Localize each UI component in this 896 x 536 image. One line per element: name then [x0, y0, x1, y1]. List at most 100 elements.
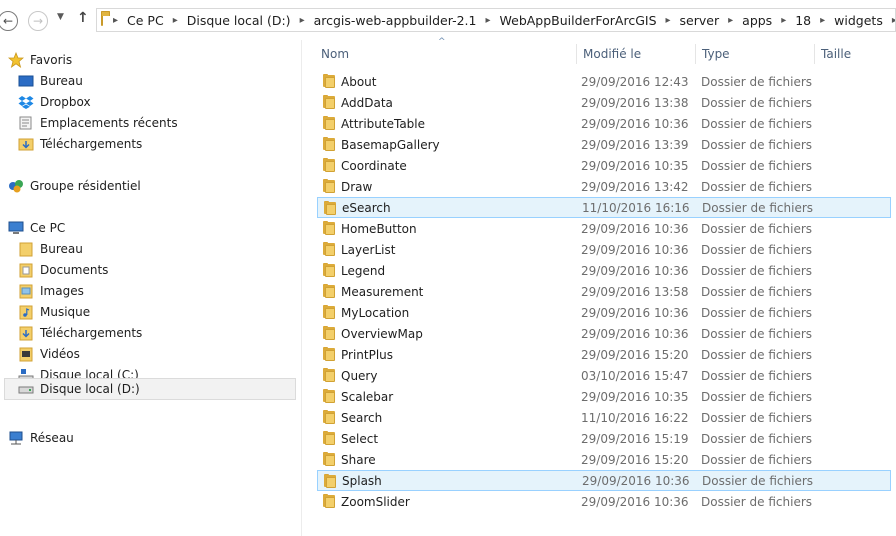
chevron-right-icon[interactable]: ▸: [820, 15, 825, 26]
table-row[interactable]: PrintPlus 29/09/2016 15:20 Dossier de fich…: [317, 344, 891, 365]
sidebar-item-bureau[interactable]: Bureau: [18, 71, 83, 91]
table-row[interactable]: Splash 29/09/2016 10:36 Dossier de fichier…: [317, 470, 891, 491]
folder-icon: [323, 201, 337, 215]
file-modified-date: 29/09/2016 10:36: [581, 494, 689, 509]
sidebar-item-label: Images: [40, 284, 84, 298]
table-row[interactable]: eSearch 11/10/2016 16:16 Dossier de fichie…: [317, 197, 891, 218]
column-header-size[interactable]: Taille: [814, 44, 896, 64]
sidebar-item-dropbox[interactable]: Dropbox: [18, 92, 91, 112]
file-type: Dossier de fichiers: [701, 74, 813, 89]
table-row[interactable]: ZoomSlider 29/09/2016 10:36 Dossier de fic…: [317, 491, 891, 512]
file-name: MyLocation: [341, 305, 410, 320]
breadcrumb-item[interactable]: widgets: [834, 13, 883, 28]
column-header-type[interactable]: Type: [695, 44, 814, 64]
folder-icon: [322, 179, 336, 193]
file-modified-date: 29/09/2016 10:36: [581, 242, 689, 257]
breadcrumb-item[interactable]: arcgis-web-appbuilder-2.1: [314, 13, 477, 28]
chevron-right-icon[interactable]: ▸: [728, 15, 733, 26]
sidebar-item-pc-bureau[interactable]: Bureau: [18, 239, 83, 259]
folder-icon: [323, 474, 337, 488]
table-row[interactable]: MyLocation 29/09/2016 10:36 Dossier de fic…: [317, 302, 891, 323]
file-name: Search: [341, 410, 383, 425]
chevron-right-icon[interactable]: ▸: [485, 15, 490, 26]
file-modified-date: 29/09/2016 10:36: [582, 473, 690, 488]
file-modified-date: 11/10/2016 16:22: [581, 410, 689, 425]
table-row[interactable]: Select 29/09/2016 15:19 Dossier de fichier…: [317, 428, 891, 449]
chevron-right-icon[interactable]: ▸: [300, 15, 305, 26]
network-icon: [8, 430, 24, 446]
sidebar-item-videos[interactable]: Vidéos: [18, 344, 80, 364]
sidebar-item-reseau[interactable]: Réseau: [8, 428, 74, 448]
sidebar-item-emplacements[interactable]: Emplacements récents: [18, 113, 178, 133]
file-name: Scalebar: [341, 389, 394, 404]
chevron-right-icon[interactable]: ▸: [666, 15, 671, 26]
sidebar-item-favoris[interactable]: Favoris: [8, 50, 72, 70]
chevron-right-icon[interactable]: ▸: [113, 15, 118, 26]
back-button[interactable]: ←: [0, 11, 18, 31]
sidebar-item-images[interactable]: Images: [18, 281, 84, 301]
table-row[interactable]: Search 11/10/2016 16:22 Dossier de fichier…: [317, 407, 891, 428]
sidebar-item-pc-telechargements[interactable]: Téléchargements: [18, 323, 142, 343]
chevron-right-icon[interactable]: ▸: [892, 15, 895, 26]
recent-locations-dropdown[interactable]: ▼: [57, 12, 64, 22]
file-type: Dossier de fichiers: [701, 158, 813, 173]
folder-icon: [322, 95, 336, 109]
table-row[interactable]: About 29/09/2016 12:43 Dossier de fichiers: [317, 71, 891, 92]
table-row[interactable]: Scalebar 29/09/2016 10:35 Dossier de fichi…: [317, 386, 891, 407]
column-header-modified[interactable]: Modifié le: [576, 44, 695, 64]
breadcrumb-item[interactable]: server: [680, 13, 720, 28]
table-row[interactable]: AttributeTable 29/09/2016 10:36 Dossier de…: [317, 113, 891, 134]
breadcrumb-item[interactable]: apps: [742, 13, 772, 28]
table-row[interactable]: Legend 29/09/2016 10:36 Dossier de fichier…: [317, 260, 891, 281]
table-row[interactable]: HomeButton 29/09/2016 10:36 Dossier de fic…: [317, 218, 891, 239]
file-name: HomeButton: [341, 221, 417, 236]
file-name: Coordinate: [341, 158, 407, 173]
file-modified-date: 29/09/2016 10:36: [581, 221, 689, 236]
sidebar-item-documents[interactable]: Documents: [18, 260, 108, 280]
table-row[interactable]: Draw 29/09/2016 13:42 Dossier de fichiers: [317, 176, 891, 197]
chevron-right-icon[interactable]: ▸: [173, 15, 178, 26]
column-header-label: Type: [702, 47, 730, 61]
breadcrumb-item[interactable]: 18: [795, 13, 811, 28]
address-bar[interactable]: ▸ Ce PC ▸ Disque local (D:) ▸ arcgis-web…: [96, 8, 896, 32]
sidebar-item-label: Disque local (D:): [40, 382, 140, 396]
file-type: Dossier de fichiers: [701, 95, 813, 110]
star-icon: [8, 52, 24, 68]
sidebar-item-disque-d[interactable]: Disque local (D:): [4, 378, 296, 400]
table-row[interactable]: Coordinate 29/09/2016 10:35 Dossier de fic…: [317, 155, 891, 176]
chevron-right-icon[interactable]: ▸: [781, 15, 786, 26]
sidebar-item-groupe[interactable]: Groupe résidentiel: [8, 176, 141, 196]
documents-folder-icon: [18, 262, 34, 278]
breadcrumb-item[interactable]: Ce PC: [127, 13, 164, 28]
up-button[interactable]: ↑: [77, 10, 89, 26]
file-name: AttributeTable: [341, 116, 426, 131]
folder-icon: [322, 431, 336, 445]
sidebar-item-telechargements[interactable]: Téléchargements: [18, 134, 142, 154]
forward-button[interactable]: →: [28, 11, 48, 31]
file-modified-date: 29/09/2016 10:36: [581, 263, 689, 278]
column-header-name[interactable]: Nom: [315, 44, 577, 64]
table-row[interactable]: BasemapGallery 29/09/2016 13:39 Dossier de…: [317, 134, 891, 155]
table-row[interactable]: Query 03/10/2016 15:47 Dossier de fichiers: [317, 365, 891, 386]
sidebar-item-ce-pc[interactable]: Ce PC: [8, 218, 65, 238]
folder-icon: [322, 242, 336, 256]
file-name: About: [341, 74, 377, 89]
dropbox-icon: [18, 94, 34, 110]
sidebar-item-label: Réseau: [30, 431, 74, 445]
breadcrumb-item[interactable]: WebAppBuilderForArcGIS: [500, 13, 657, 28]
folder-icon: [322, 263, 336, 277]
table-row[interactable]: LayerList 29/09/2016 10:36 Dossier de fich…: [317, 239, 891, 260]
file-name: eSearch: [342, 200, 391, 215]
sidebar-item-musique[interactable]: Musique: [18, 302, 90, 322]
file-name: BasemapGallery: [341, 137, 440, 152]
folder-icon: [322, 116, 336, 130]
file-modified-date: 29/09/2016 10:36: [581, 116, 689, 131]
file-type: Dossier de fichiers: [701, 137, 813, 152]
table-row[interactable]: OverviewMap 29/09/2016 10:36 Dossier de fi…: [317, 323, 891, 344]
table-row[interactable]: Measurement 29/09/2016 13:58 Dossier de fi…: [317, 281, 891, 302]
file-list: ^ Nom Modifié le Type Taille About 29/09/…: [303, 37, 896, 536]
table-row[interactable]: Share 29/09/2016 15:20 Dossier de fichiers: [317, 449, 891, 470]
table-row[interactable]: AddData 29/09/2016 13:38 Dossier de fichie…: [317, 92, 891, 113]
navigation-bar: ← → ▼ ↑ ▸ Ce PC ▸ Disque local (D:) ▸ ar…: [0, 0, 896, 40]
breadcrumb-item[interactable]: Disque local (D:): [187, 13, 291, 28]
